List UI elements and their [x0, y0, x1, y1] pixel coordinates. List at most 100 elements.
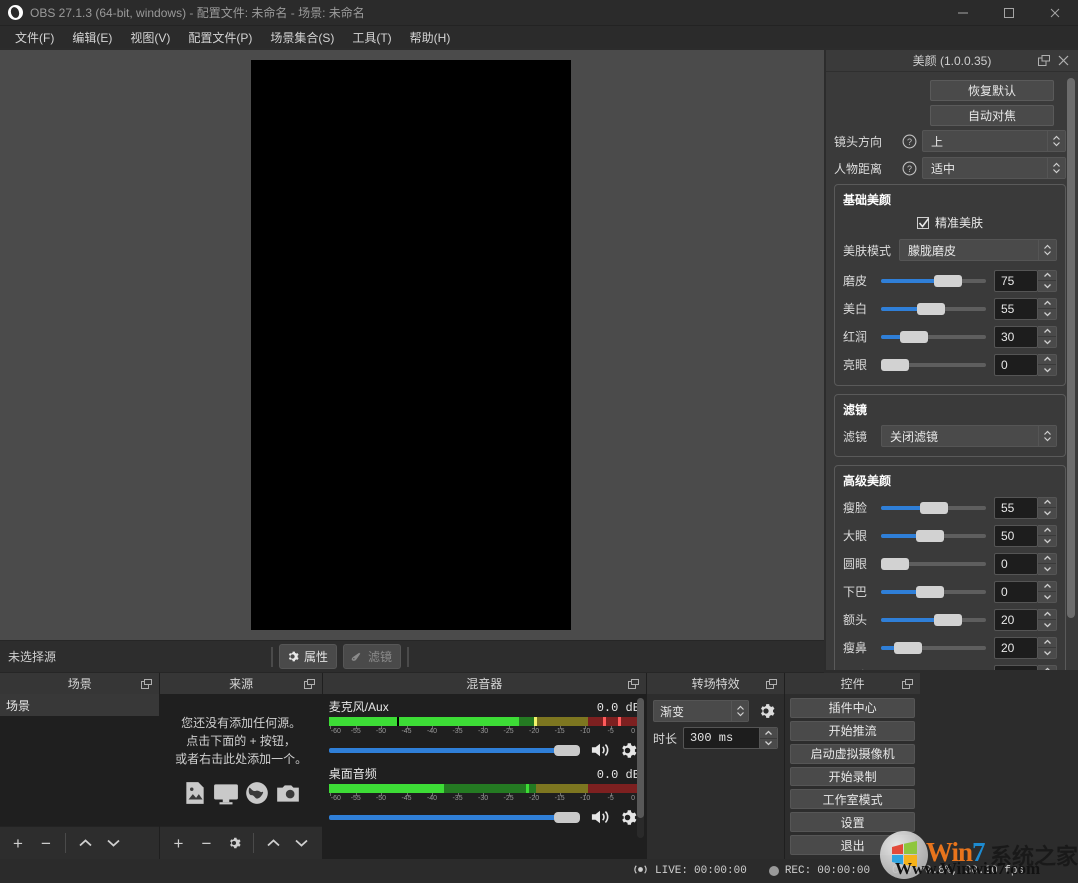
duration-input[interactable]: 300 ms: [683, 727, 778, 749]
sources-list[interactable]: 您还没有添加任何源。 点击下面的 + 按钮， 或者右击此处添加一个。: [160, 694, 321, 826]
restore-default-button[interactable]: 恢复默认: [930, 80, 1054, 101]
mixer-settings-gear-icon[interactable]: [618, 741, 637, 760]
liangyan-spinner[interactable]: [1038, 354, 1057, 376]
spinner-arrows[interactable]: [759, 728, 777, 748]
chevron-up-icon[interactable]: [1038, 610, 1056, 620]
menu-help[interactable]: 帮助(H): [401, 27, 460, 48]
xiaba-slider[interactable]: [881, 584, 986, 600]
chevron-down-icon[interactable]: [1038, 619, 1056, 630]
start-virtual-camera-button[interactable]: 启动虚拟摄像机: [790, 744, 915, 764]
shoubi-spinner[interactable]: [1038, 637, 1057, 659]
mixer-settings-gear-icon[interactable]: [618, 808, 637, 827]
meibai-value[interactable]: 55: [994, 298, 1038, 320]
beauty-scroll-area[interactable]: 恢复默认 自动对焦 镜头方向 ? 上 人物距离 ?: [826, 72, 1078, 670]
xiaba-value[interactable]: 0: [994, 581, 1038, 603]
etou-value[interactable]: 20: [994, 609, 1038, 631]
shoubi-value[interactable]: 20: [994, 637, 1038, 659]
person-distance-select[interactable]: 适中: [922, 157, 1066, 179]
mopi-slider[interactable]: [881, 273, 986, 289]
hongrun-spinner[interactable]: [1038, 326, 1057, 348]
shoulian-spinner[interactable]: [1038, 497, 1057, 519]
xiaba-spinner[interactable]: [1038, 581, 1057, 603]
xiaolian-value[interactable]: 0: [994, 665, 1038, 671]
chevron-down-icon[interactable]: [1038, 535, 1056, 546]
xiaolian-spinner[interactable]: [1038, 665, 1057, 671]
chevron-up-icon[interactable]: [1038, 498, 1056, 508]
chevron-up-icon[interactable]: [1038, 554, 1056, 564]
scene-list-item[interactable]: 场景: [0, 694, 159, 716]
remove-source-button[interactable]: −: [193, 830, 219, 856]
move-source-down-button[interactable]: [288, 830, 314, 856]
chevron-up-icon[interactable]: [1038, 582, 1056, 592]
chevron-up-icon[interactable]: [760, 728, 777, 738]
preview-area[interactable]: [0, 50, 824, 640]
undock-icon[interactable]: [141, 678, 152, 688]
chevron-down-icon[interactable]: [1038, 507, 1056, 518]
start-recording-button[interactable]: 开始录制: [790, 767, 915, 787]
shoulian-slider[interactable]: [881, 500, 986, 516]
chevron-down-icon[interactable]: [1038, 308, 1056, 319]
chevron-up-icon[interactable]: [1038, 327, 1056, 337]
hongrun-slider[interactable]: [881, 329, 986, 345]
precise-skin-row[interactable]: 精准美肤: [843, 214, 1057, 231]
chevron-up-icon[interactable]: [1038, 299, 1056, 309]
source-properties-button[interactable]: [221, 830, 247, 856]
menu-edit[interactable]: 编辑(E): [63, 27, 121, 48]
chevron-up-icon[interactable]: [1038, 355, 1056, 365]
hongrun-value[interactable]: 30: [994, 326, 1038, 348]
exit-button[interactable]: 退出: [790, 835, 915, 855]
chevron-down-icon[interactable]: [1038, 591, 1056, 602]
beauty-panel-scrollbar-thumb[interactable]: [1067, 78, 1075, 618]
chevron-down-icon[interactable]: [1038, 280, 1056, 291]
meibai-spinner[interactable]: [1038, 298, 1057, 320]
transition-settings-button[interactable]: [754, 700, 778, 722]
chevron-down-icon[interactable]: [1038, 336, 1056, 347]
help-icon[interactable]: ?: [902, 134, 917, 149]
close-button[interactable]: [1032, 0, 1078, 26]
menu-scene-collection[interactable]: 场景集合(S): [261, 27, 343, 48]
add-scene-button[interactable]: +: [5, 830, 31, 856]
meibai-slider[interactable]: [881, 301, 986, 317]
dayan-value[interactable]: 50: [994, 525, 1038, 547]
volume-slider[interactable]: [329, 741, 585, 759]
beauty-panel-scrollbar[interactable]: [1067, 78, 1075, 658]
liangyan-value[interactable]: 0: [994, 354, 1038, 376]
chevron-down-icon[interactable]: [1038, 563, 1056, 574]
transition-select[interactable]: 渐变: [653, 700, 749, 722]
mute-speaker-icon[interactable]: [589, 741, 611, 759]
close-icon[interactable]: [1057, 54, 1070, 67]
preview-canvas[interactable]: [251, 60, 571, 630]
menu-file[interactable]: 文件(F): [6, 27, 63, 48]
chevron-down-icon[interactable]: [1038, 364, 1056, 375]
chevron-up-icon[interactable]: [1038, 638, 1056, 648]
menu-view[interactable]: 视图(V): [121, 27, 179, 48]
settings-button[interactable]: 设置: [790, 812, 915, 832]
help-icon[interactable]: ?: [902, 161, 917, 176]
start-streaming-button[interactable]: 开始推流: [790, 721, 915, 741]
undock-icon[interactable]: [902, 678, 913, 688]
chevron-down-icon[interactable]: [760, 738, 777, 749]
add-source-button[interactable]: +: [165, 830, 191, 856]
undock-icon[interactable]: [304, 678, 315, 688]
properties-button[interactable]: 属性: [279, 644, 337, 669]
mopi-spinner[interactable]: [1038, 270, 1057, 292]
etou-slider[interactable]: [881, 612, 986, 628]
maximize-button[interactable]: [986, 0, 1032, 26]
move-source-up-button[interactable]: [260, 830, 286, 856]
mixer-scrollbar-thumb[interactable]: [637, 698, 644, 818]
chevron-up-icon[interactable]: [1038, 666, 1056, 671]
mixer-scrollbar[interactable]: [637, 698, 644, 838]
undock-icon[interactable]: [766, 678, 777, 688]
scenes-list[interactable]: 场景: [0, 694, 159, 826]
chevron-down-icon[interactable]: [1038, 647, 1056, 658]
camera-direction-select[interactable]: 上: [922, 130, 1066, 152]
remove-scene-button[interactable]: −: [33, 830, 59, 856]
liangyan-slider[interactable]: [881, 357, 986, 373]
menu-profile[interactable]: 配置文件(P): [179, 27, 261, 48]
studio-mode-button[interactable]: 工作室模式: [790, 789, 915, 809]
precise-skin-checkbox[interactable]: [917, 217, 929, 229]
shoulian-value[interactable]: 55: [994, 497, 1038, 519]
xiaolian-slider[interactable]: [881, 668, 986, 671]
move-scene-up-button[interactable]: [72, 830, 98, 856]
dayan-spinner[interactable]: [1038, 525, 1057, 547]
